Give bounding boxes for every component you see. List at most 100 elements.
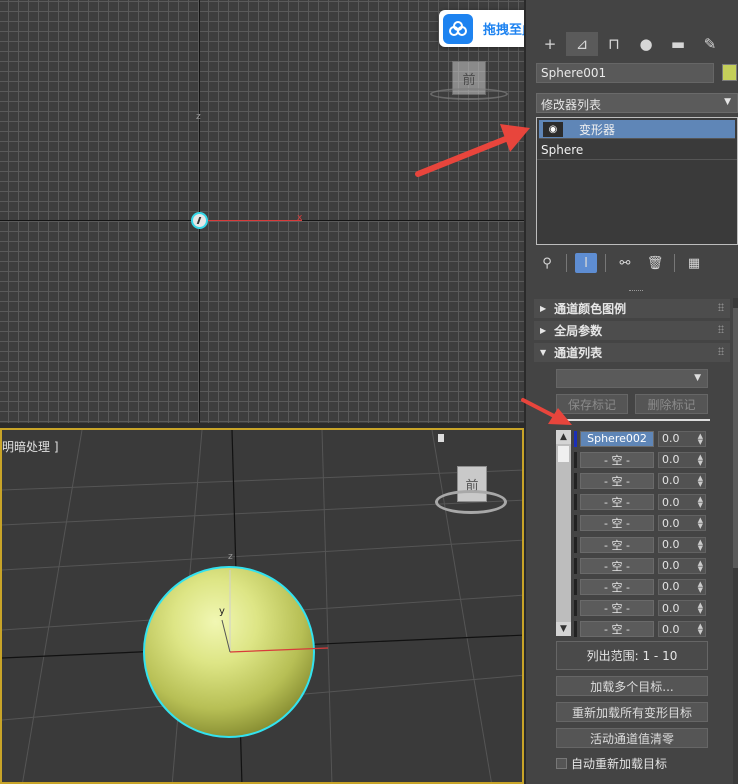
rollout-channel-color-legend[interactable]: ▶ 通道颜色图例 [534, 299, 730, 318]
channel-button[interactable]: - 空 - [580, 515, 654, 532]
rollout-title: 通道列表 [554, 346, 603, 360]
channel-value-spinner[interactable]: 0.0 ▲ ▼ [658, 621, 706, 638]
channel-value-spinner[interactable]: 0.0 ▲ ▼ [658, 451, 706, 468]
channel-row: - 空 - 0.0 ▲ ▼ [574, 534, 710, 555]
channel-value: 0.0 [662, 559, 680, 573]
panel-resize-grip[interactable] [629, 290, 643, 293]
command-panel: + ⊿ ⊓ ● ▬ ✎ Sphere001 修改器列表 ▼ ◉ 变形器 Sphe… [524, 0, 738, 784]
x-axis-line [204, 220, 302, 221]
modifier-list-dropdown[interactable]: 修改器列表 ▼ [536, 93, 738, 113]
channel-value-spinner[interactable]: 0.0 ▲ ▼ [658, 578, 706, 595]
channel-list-scrollbar[interactable]: ▲ ▼ [556, 430, 571, 636]
channel-button[interactable]: - 空 - [580, 600, 654, 617]
top-viewport[interactable]: z x 前 [0, 0, 524, 423]
rollout-channel-list[interactable]: ▼ 通道列表 [534, 343, 730, 362]
channel-color-indicator [574, 430, 577, 447]
stack-item-morpher[interactable]: ◉ 变形器 [539, 120, 735, 139]
create-icon[interactable]: + [534, 32, 566, 56]
object-name-field[interactable]: Sphere001 [536, 63, 714, 83]
channel-value: 0.0 [662, 622, 680, 636]
list-range-display: 列出范围: 1 - 10 [556, 641, 708, 670]
channel-color-indicator [574, 494, 577, 511]
motion-icon[interactable]: ● [630, 32, 662, 56]
channel-value-spinner[interactable]: 0.0 ▲ ▼ [658, 494, 706, 511]
make-unique-icon[interactable]: ⚯ [614, 253, 636, 273]
channel-value: 0.0 [662, 432, 680, 446]
scroll-down-icon[interactable]: ▼ [556, 622, 571, 636]
toolbar-divider [605, 254, 606, 272]
sphere-axis-tripod [221, 570, 329, 653]
scrollbar-thumb[interactable] [733, 308, 738, 568]
channel-value-spinner[interactable]: 0.0 ▲ ▼ [658, 557, 706, 574]
channel-value: 0.0 [662, 580, 680, 594]
modify-icon[interactable]: ⊿ [566, 32, 598, 56]
persp-y-axis-label: y [219, 606, 225, 617]
stack-item-sphere[interactable]: Sphere [537, 141, 737, 160]
spinner-arrows-icon[interactable]: ▲ ▼ [698, 580, 703, 593]
channel-button[interactable]: - 空 - [580, 578, 654, 595]
command-panel-tabs: + ⊿ ⊓ ● ▬ ✎ [534, 32, 738, 56]
auto-reload-checkbox[interactable]: 自动重新加载目标 [556, 755, 667, 772]
perspective-viewport[interactable]: 明暗处理 ] z y 前 [0, 428, 524, 784]
spinner-arrows-icon[interactable]: ▲ ▼ [698, 517, 703, 530]
spinner-arrows-icon[interactable]: ▲ ▼ [698, 559, 703, 572]
channel-list-divider [556, 419, 710, 421]
channel-value-spinner[interactable]: 0.0 ▲ ▼ [658, 430, 706, 447]
configure-sets-icon[interactable]: ▦ [683, 253, 705, 273]
spinner-arrows-icon[interactable]: ▲ ▼ [698, 602, 703, 615]
channel-button[interactable]: - 空 - [580, 557, 654, 574]
channel-color-indicator [574, 600, 577, 617]
channel-value-spinner[interactable]: 0.0 ▲ ▼ [658, 472, 706, 489]
channel-button[interactable]: - 空 - [580, 536, 654, 553]
viewcube-ring[interactable] [435, 490, 507, 514]
channel-button[interactable]: Sphere002 [580, 430, 654, 447]
home-icon[interactable] [438, 434, 444, 442]
eye-icon[interactable]: ◉ [543, 121, 563, 137]
object-pivot-gizmo[interactable] [191, 212, 208, 229]
viewport-grid [0, 0, 524, 423]
toolbar-divider [566, 254, 567, 272]
channel-button[interactable]: - 空 - [580, 472, 654, 489]
load-multiple-targets-button[interactable]: 加载多个目标... [556, 676, 708, 696]
viewcube-face-label: 前 [462, 72, 476, 88]
hierarchy-icon[interactable]: ⊓ [598, 32, 630, 56]
reload-all-targets-button[interactable]: 重新加载所有变形目标 [556, 702, 708, 722]
show-end-result-icon[interactable]: Ⅰ [575, 253, 597, 273]
trash-icon[interactable]: 🗑 [644, 253, 666, 273]
channel-color-indicator [574, 451, 577, 468]
channel-row: - 空 - 0.0 ▲ ▼ [574, 576, 710, 597]
chevron-down-icon: ▼ [724, 97, 731, 107]
spinner-arrows-icon[interactable]: ▲ ▼ [698, 496, 703, 509]
spinner-arrows-icon[interactable]: ▲ ▼ [698, 538, 703, 551]
spinner-arrows-icon[interactable]: ▲ ▼ [698, 474, 703, 487]
channel-color-indicator [574, 578, 577, 595]
channel-button[interactable]: - 空 - [580, 621, 654, 638]
spinner-arrows-icon[interactable]: ▲ ▼ [698, 453, 703, 466]
zero-active-channels-button[interactable]: 活动通道值清零 [556, 728, 708, 748]
channel-value-spinner[interactable]: 0.0 ▲ ▼ [658, 515, 706, 532]
panel-scrollbar[interactable] [733, 298, 738, 784]
marker-dropdown[interactable]: ▼ [556, 369, 708, 388]
utilities-icon[interactable]: ✎ [694, 32, 726, 56]
display-icon[interactable]: ▬ [662, 32, 694, 56]
channel-button[interactable]: - 空 - [580, 451, 654, 468]
channel-row: - 空 - 0.0 ▲ ▼ [574, 513, 710, 534]
object-color-swatch[interactable] [722, 64, 737, 81]
scrollbar-thumb[interactable] [558, 446, 569, 462]
checkbox-box[interactable] [556, 758, 567, 769]
stack-item-label: Sphere [541, 143, 584, 157]
scroll-up-icon[interactable]: ▲ [556, 430, 571, 444]
drag-handle-icon [718, 347, 724, 355]
channel-value-spinner[interactable]: 0.0 ▲ ▼ [658, 600, 706, 617]
pin-stack-icon[interactable]: ⚲ [536, 253, 558, 273]
channel-value: 0.0 [662, 516, 680, 530]
toolbar-divider [674, 254, 675, 272]
rollout-global-params[interactable]: ▶ 全局参数 [534, 321, 730, 340]
channel-button[interactable]: - 空 - [580, 494, 654, 511]
viewcube-ring[interactable] [430, 88, 508, 100]
channel-value-spinner[interactable]: 0.0 ▲ ▼ [658, 536, 706, 553]
spinner-arrows-icon[interactable]: ▲ ▼ [698, 623, 703, 636]
delete-marker-button[interactable]: 删除标记 [635, 394, 708, 414]
save-marker-button[interactable]: 保存标记 [556, 394, 628, 414]
spinner-arrows-icon[interactable]: ▲ ▼ [698, 432, 703, 445]
